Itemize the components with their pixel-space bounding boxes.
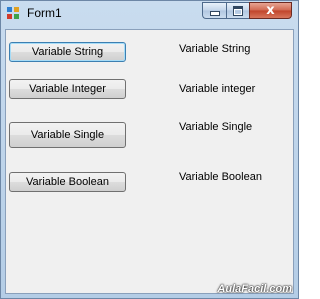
variable-boolean-button[interactable]: Variable Boolean: [9, 172, 126, 192]
minimize-icon: [209, 10, 220, 16]
title-bar[interactable]: Form1 x: [1, 1, 298, 25]
caption-buttons: x: [202, 2, 292, 20]
maximize-icon: [233, 5, 243, 16]
window-title: Form1: [27, 6, 62, 20]
variable-single-label: Variable Single: [179, 121, 253, 133]
form-client-area: Variable String Variable Integer Variabl…: [5, 29, 294, 294]
maximize-button[interactable]: [226, 2, 249, 19]
close-button[interactable]: x: [249, 2, 292, 19]
variable-string-button[interactable]: Variable String: [9, 42, 126, 62]
close-icon: x: [266, 3, 275, 18]
variable-integer-label: Variable integer: [179, 83, 256, 95]
watermark-logo: AulaFacil.com: [217, 283, 292, 295]
minimize-button[interactable]: [202, 2, 226, 19]
variable-string-label: Variable String: [179, 43, 251, 55]
variable-single-button[interactable]: Variable Single: [9, 122, 126, 148]
variable-boolean-label: Variable Boolean: [179, 171, 262, 183]
form1-window: Form1 x Variable String Variable Integer…: [0, 0, 299, 299]
app-icon[interactable]: [7, 7, 20, 19]
variable-integer-button[interactable]: Variable Integer: [9, 79, 126, 99]
